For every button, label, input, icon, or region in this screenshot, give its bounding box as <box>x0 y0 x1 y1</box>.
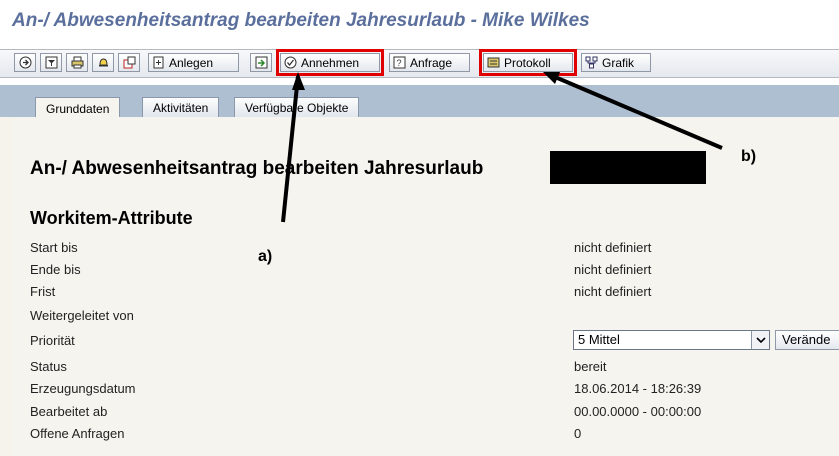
annotation-a: a) <box>258 248 273 265</box>
annotation-b: b) <box>741 148 757 165</box>
arrow-a <box>281 75 300 223</box>
arrowhead-a <box>292 72 305 90</box>
arrowhead-b <box>543 72 560 84</box>
annotation-arrows <box>281 72 723 223</box>
arrow-b <box>547 72 723 150</box>
